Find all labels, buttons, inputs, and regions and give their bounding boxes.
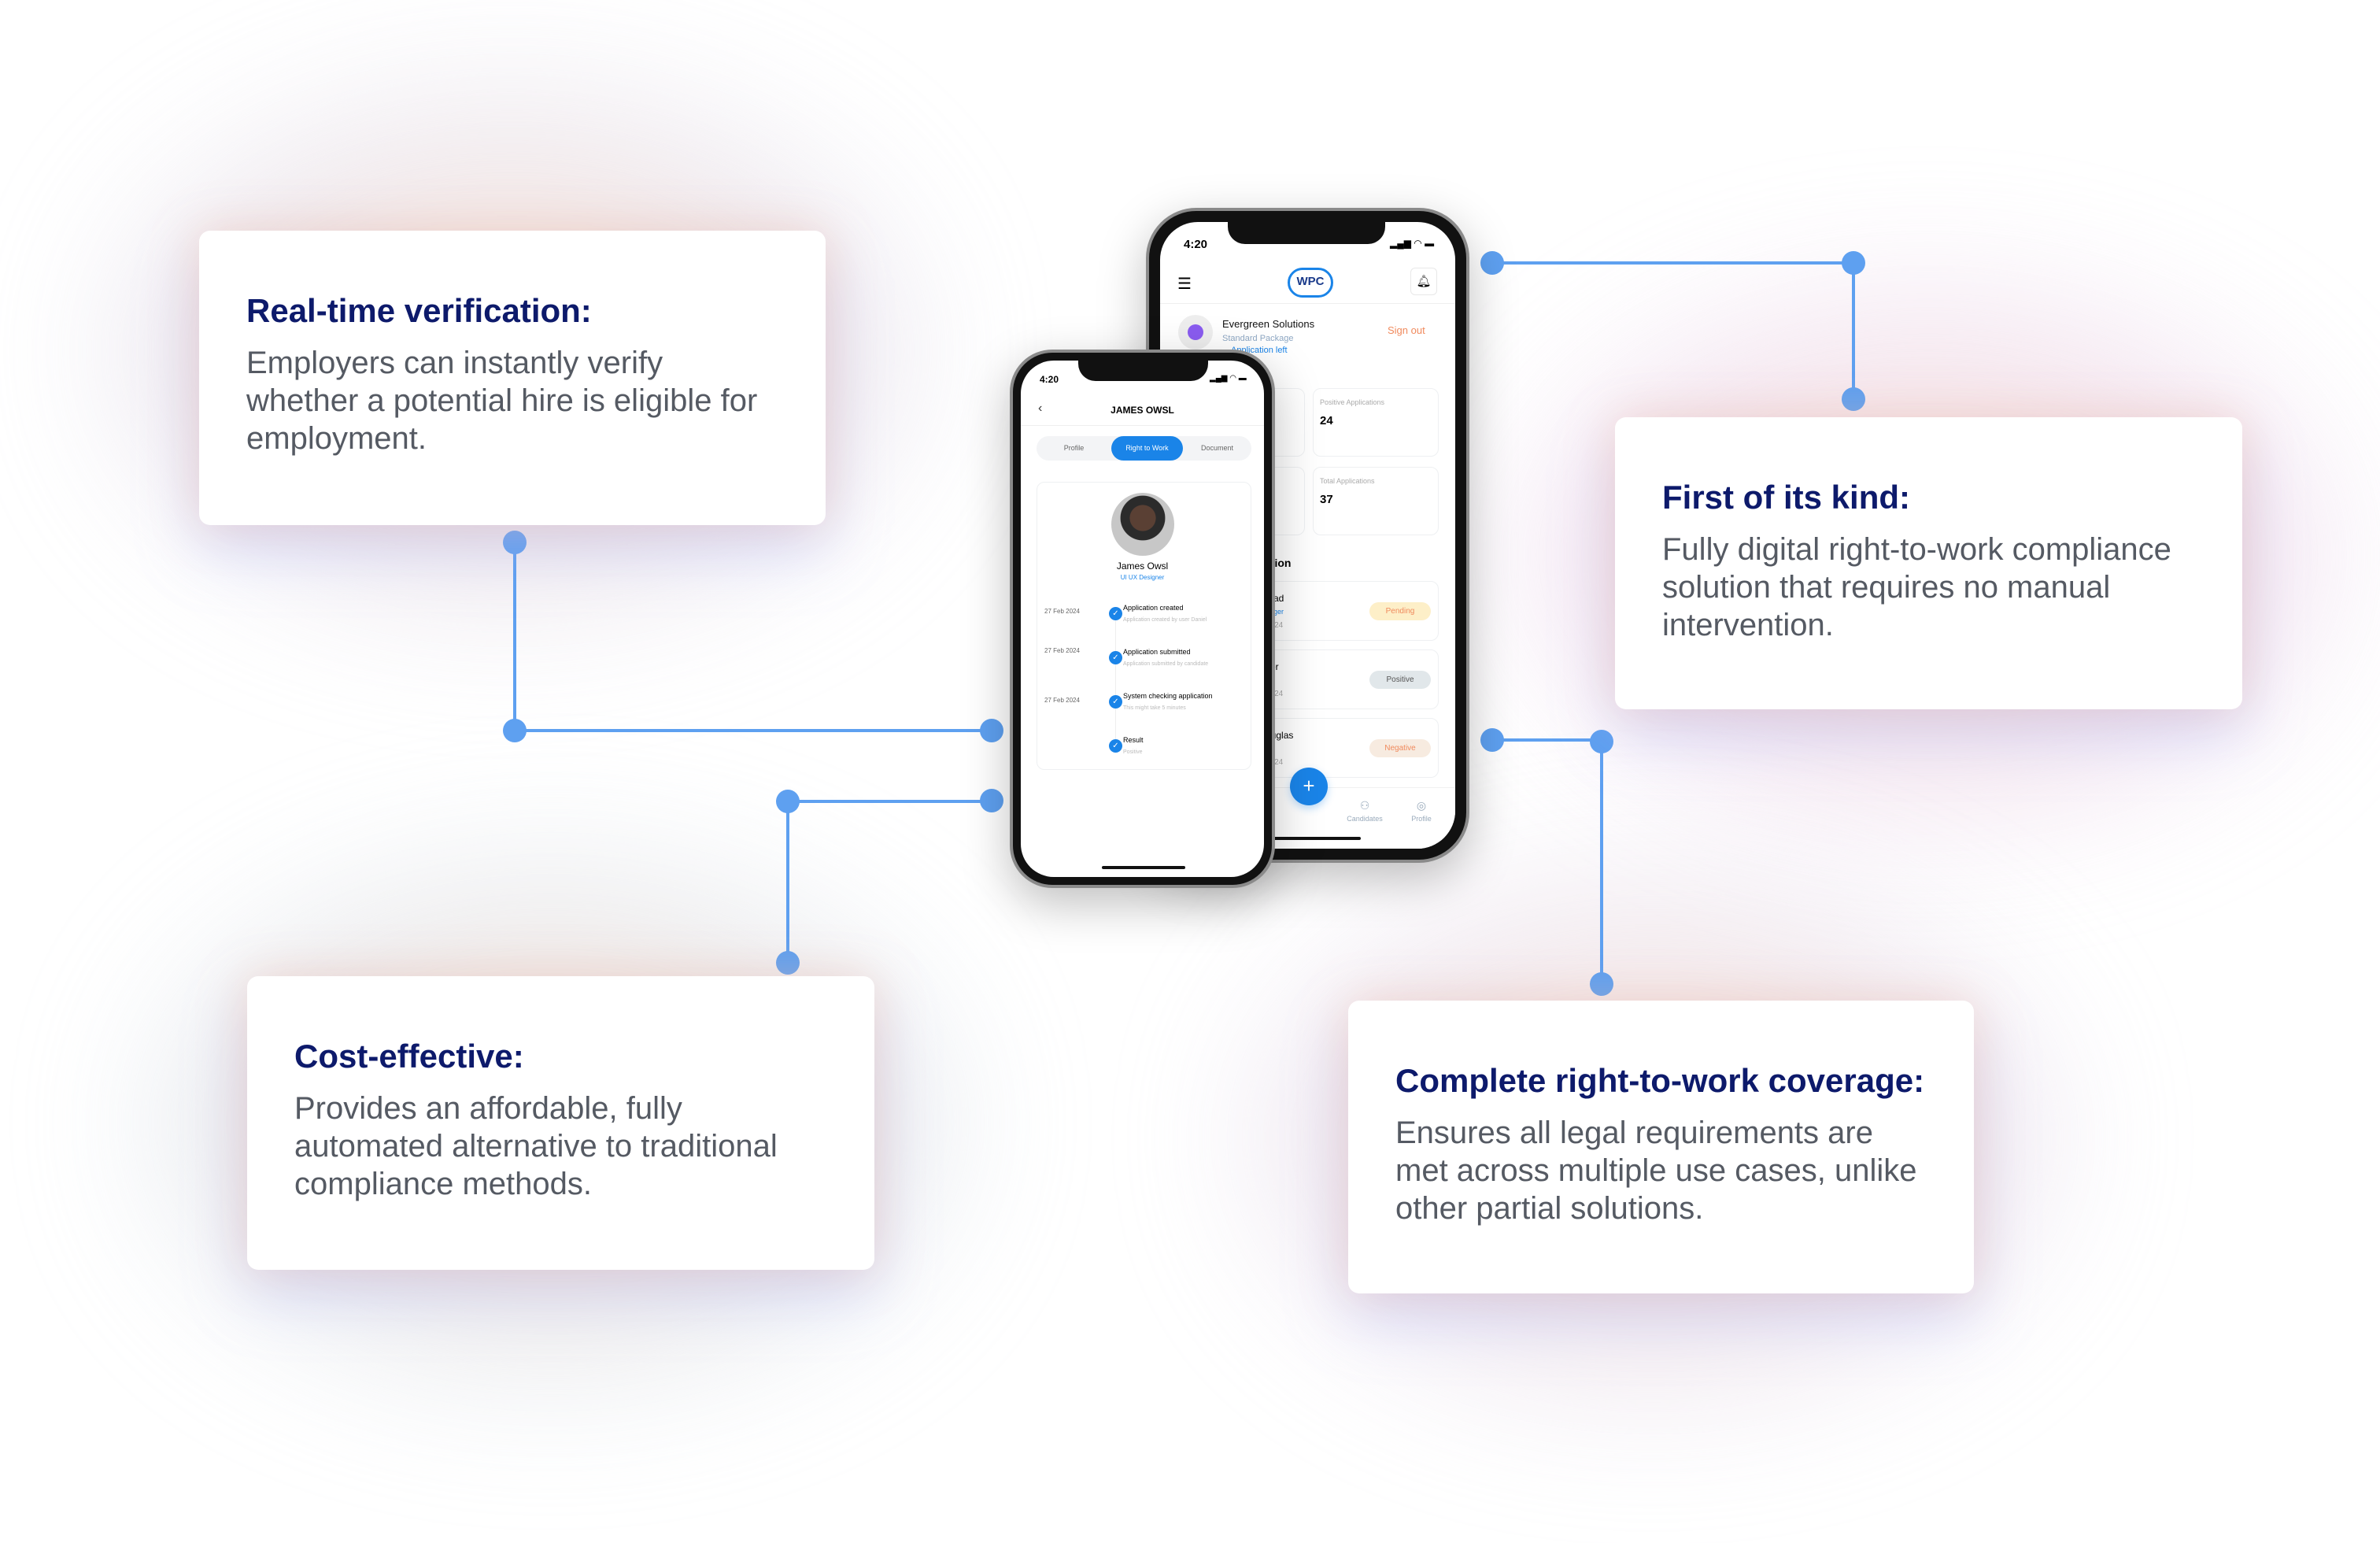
- timeline-subtitle: Application created by user Daniel: [1123, 617, 1207, 623]
- timeline-date: 27 Feb 2024: [1044, 697, 1080, 704]
- status-icons: ▂▄▆ ◠ ▬: [1390, 238, 1435, 249]
- timeline-title: Application created: [1123, 604, 1184, 612]
- company-avatar: [1178, 315, 1213, 350]
- candidates-icon: ⚇: [1359, 799, 1370, 812]
- timeline-subtitle: Application submitted by candidate: [1123, 661, 1209, 667]
- stat-value: 37: [1320, 493, 1333, 506]
- status-icons: ▂▄▆ ◠ ▬: [1210, 374, 1247, 383]
- connector-dot: [776, 790, 800, 813]
- feature-body: Ensures all legal requirements are met a…: [1395, 1116, 1917, 1226]
- feature-body: Fully digital right-to-work compliance s…: [1662, 532, 2171, 642]
- stat-card-positive[interactable]: Positive Applications 24: [1313, 388, 1439, 457]
- timeline-date: 27 Feb 2024: [1044, 608, 1080, 615]
- divider: [1021, 425, 1264, 426]
- connector-dot: [503, 531, 527, 554]
- connector-line: [515, 729, 992, 732]
- stat-label: Positive Applications: [1320, 398, 1385, 406]
- feature-card-cost-effective: Cost-effective: Provides an affordable, …: [247, 976, 874, 1270]
- page-title: JAMES OWSL: [1111, 405, 1174, 416]
- timeline-line: [1115, 614, 1116, 748]
- nav-label: Profile: [1411, 815, 1432, 823]
- timeline-date: 27 Feb 2024: [1044, 647, 1080, 654]
- connector-dot: [1590, 730, 1613, 753]
- feature-card-first-of-kind: First of its kind: Fully digital right-t…: [1615, 417, 2242, 709]
- connector-dot: [1480, 251, 1504, 275]
- bell-icon[interactable]: 🔔︎: [1410, 268, 1437, 295]
- app-logo: WPC: [1288, 268, 1333, 298]
- candidate-screen: 4:20 ▂▄▆ ◠ ▬ ‹ JAMES OWSL Profile Right …: [1021, 361, 1264, 877]
- connector-dot: [980, 719, 1003, 742]
- status-time: 4:20: [1184, 238, 1208, 251]
- connector-line: [1492, 261, 1853, 265]
- candidate-role: UI UX Designer: [1120, 574, 1165, 581]
- tab-profile[interactable]: Profile: [1037, 436, 1111, 461]
- feature-title: First of its kind:: [1662, 479, 1910, 516]
- nav-profile[interactable]: ◎ Profile: [1404, 799, 1439, 823]
- connector-line: [786, 801, 789, 963]
- connector-dot: [1842, 387, 1865, 411]
- home-indicator: [1102, 866, 1185, 869]
- stat-card-total[interactable]: Total Applications 37: [1313, 467, 1439, 535]
- check-circle-icon: ✓: [1109, 607, 1122, 620]
- menu-icon[interactable]: ☰: [1177, 274, 1192, 294]
- tab-right-to-work[interactable]: Right to Work: [1111, 436, 1183, 461]
- status-badge-pending: Pending: [1369, 602, 1431, 620]
- add-button[interactable]: +: [1290, 768, 1328, 805]
- connector-line: [1600, 740, 1603, 984]
- timeline-title: Result: [1123, 736, 1144, 744]
- notch: [1078, 361, 1208, 381]
- connector-line: [513, 542, 516, 731]
- stat-value: 24: [1320, 414, 1333, 427]
- check-circle-icon: ✓: [1109, 651, 1122, 664]
- connector-dot: [1480, 728, 1504, 752]
- feature-body: Provides an affordable, fully automated …: [294, 1091, 778, 1201]
- connector-line: [788, 800, 992, 803]
- timeline-subtitle: Positive: [1123, 749, 1143, 755]
- nav-candidates[interactable]: ⚇ Candidates: [1345, 799, 1384, 823]
- feature-card-coverage: Complete right-to-work coverage: Ensures…: [1348, 1001, 1974, 1293]
- connector-dot: [1590, 972, 1613, 996]
- notch: [1228, 222, 1385, 244]
- status-badge-positive: Positive: [1369, 671, 1431, 689]
- timeline-title: Application submitted: [1123, 648, 1191, 656]
- package-name: Standard Package: [1222, 334, 1294, 343]
- status-time: 4:20: [1040, 374, 1059, 385]
- nav-label: Candidates: [1347, 815, 1383, 823]
- check-circle-icon: ✓: [1109, 695, 1122, 709]
- stat-label: Total Applications: [1320, 477, 1375, 485]
- front-phone: 4:20 ▂▄▆ ◠ ▬ ‹ JAMES OWSL Profile Right …: [1010, 350, 1275, 888]
- feature-body: Employers can instantly verify whether a…: [246, 346, 758, 456]
- tab-document[interactable]: Document: [1183, 436, 1251, 461]
- timeline-subtitle: This might take 5 minutes: [1123, 705, 1186, 711]
- divider: [1160, 303, 1455, 304]
- check-circle-icon: ✓: [1109, 739, 1122, 753]
- timeline-title: System checking application: [1123, 692, 1213, 700]
- connector-line: [1852, 263, 1855, 399]
- company-name: Evergreen Solutions: [1222, 318, 1315, 330]
- connector-dot: [980, 789, 1003, 812]
- avatar: [1111, 493, 1174, 556]
- feature-title: Complete right-to-work coverage:: [1395, 1062, 1925, 1099]
- feature-title: Real-time verification:: [246, 292, 592, 329]
- profile-icon: ◎: [1416, 799, 1427, 812]
- sign-out-link[interactable]: Sign out: [1388, 324, 1425, 336]
- connector-dot: [503, 719, 527, 742]
- connector-dot: [1842, 251, 1865, 275]
- candidate-name: James Owsl: [1116, 561, 1169, 572]
- connector-dot: [776, 951, 800, 975]
- feature-card-real-time: Real-time verification: Employers can in…: [199, 231, 826, 525]
- connector-line: [1492, 738, 1602, 742]
- status-badge-negative: Negative: [1369, 739, 1431, 757]
- feature-title: Cost-effective:: [294, 1038, 524, 1075]
